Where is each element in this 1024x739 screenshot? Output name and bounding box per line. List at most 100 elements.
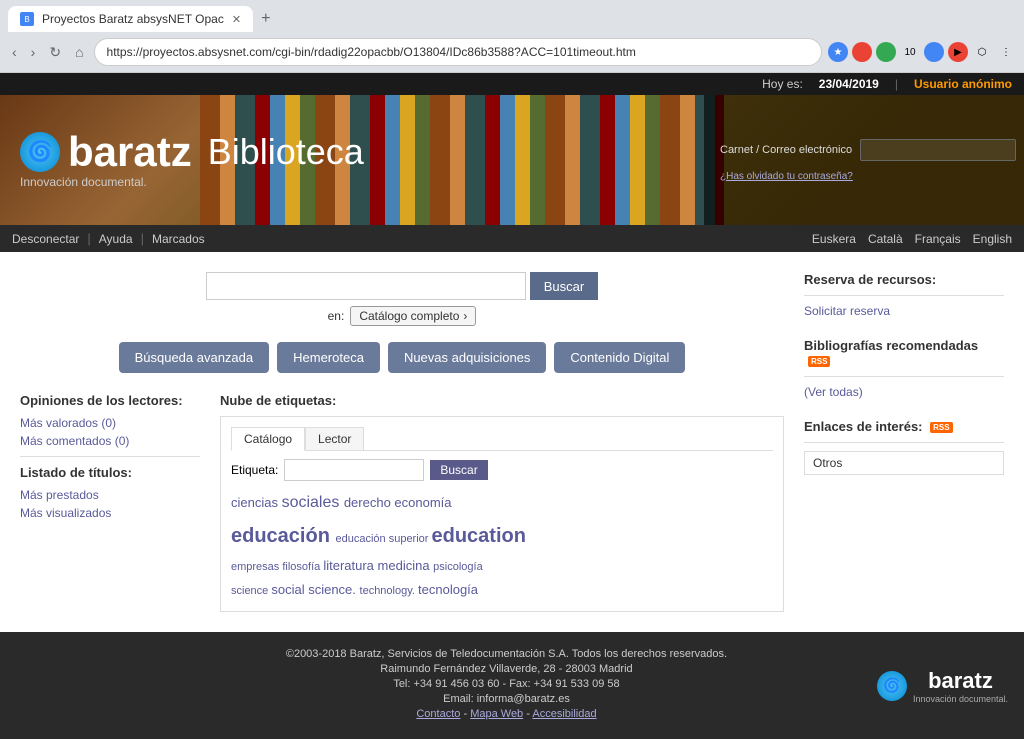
browser-chrome: B Proyectos Baratz absysNET Opac ✕ + ‹ ›… — [0, 0, 1024, 73]
tag-superior[interactable]: superior — [389, 533, 432, 545]
tag-social-science[interactable]: social science. — [271, 582, 359, 597]
nav-desconectar[interactable]: Desconectar — [12, 232, 79, 246]
footer-email: Email: informa@baratz.es — [136, 693, 877, 705]
extension-icon2[interactable]: 10 — [900, 42, 920, 62]
opinions-title: Opiniones de los lectores: — [20, 393, 200, 408]
forgot-password[interactable]: ¿Has olvidado tu contraseña? — [720, 167, 1008, 182]
address-input[interactable] — [94, 38, 822, 66]
lang-catala[interactable]: Català — [868, 232, 903, 246]
reserva-title: Reserva de recursos: — [804, 272, 1004, 287]
tag-literatura[interactable]: literatura — [323, 558, 377, 573]
tag-tecnologia[interactable]: tecnología — [418, 582, 478, 597]
bottom-sections: Opiniones de los lectores: Más valorados… — [20, 393, 784, 612]
busqueda-avanzada-button[interactable]: Búsqueda avanzada — [119, 342, 270, 373]
mas-visualizados-link[interactable]: Más visualizados — [20, 506, 200, 520]
tag-educacion-xs[interactable]: educación — [335, 533, 388, 545]
tag-search-button[interactable]: Buscar — [430, 460, 487, 480]
sidebar-reserva: Reserva de recursos: Solicitar reserva — [804, 272, 1004, 318]
tag-cloud-container: Catálogo Lector Etiqueta: Buscar ciencia… — [220, 416, 784, 612]
biblioteca-text: Biblioteca — [208, 134, 364, 170]
baratz-name-display: 🌀 baratz Biblioteca — [20, 131, 364, 173]
nav-marcados[interactable]: Marcados — [152, 232, 205, 246]
tag-ciencias[interactable]: ciencias — [231, 495, 282, 510]
back-button[interactable]: ‹ — [8, 42, 21, 62]
catalog-dropdown[interactable]: Catálogo completo › — [350, 306, 476, 326]
bookmark-icon[interactable]: ★ — [828, 42, 848, 62]
tag-search-row: Etiqueta: Buscar — [231, 459, 773, 481]
tag-empresas[interactable]: empresas — [231, 561, 282, 573]
login-carnet-row: Carnet / Correo electrónico Contraseña C… — [720, 139, 1008, 161]
browser-icons: ★ 10 ▶ ⬡ ⋮ — [828, 42, 1016, 62]
nav-left: Desconectar | Ayuda | Marcados — [12, 231, 205, 246]
footer-accesibilidad[interactable]: Accesibilidad — [532, 708, 596, 720]
nav-languages: Euskera Català Français English — [812, 232, 1012, 246]
tag-technology[interactable]: technology. — [360, 585, 419, 597]
footer-address: Raimundo Fernández Villaverde, 28 - 2800… — [136, 663, 877, 675]
lang-english[interactable]: English — [973, 232, 1012, 246]
etiqueta-label: Etiqueta: — [231, 463, 278, 477]
forgot-pwd-link[interactable]: ¿Has olvidado tu contraseña? — [720, 171, 853, 182]
tag-medicina[interactable]: medicina — [378, 558, 434, 573]
home-button[interactable]: ⌂ — [71, 42, 87, 62]
address-bar: ‹ › ↻ ⌂ ★ 10 ▶ ⬡ ⋮ — [0, 32, 1024, 72]
footer-copyright: ©2003-2018 Baratz, Servicios de Teledocu… — [136, 648, 877, 660]
bibliografias-title: Bibliografías recomendadas RSS — [804, 338, 1004, 368]
search-button[interactable]: Buscar — [530, 272, 598, 300]
search-input[interactable] — [206, 272, 526, 300]
tab-catalogo[interactable]: Catálogo — [231, 427, 305, 451]
extension-icon5[interactable]: ⬡ — [972, 42, 992, 62]
footer-baratz: 🌀 baratz Innovación documental. — [877, 668, 1008, 704]
mas-valorados-link[interactable]: Más valorados (0) — [20, 416, 200, 430]
tag-psicologia[interactable]: psicología — [433, 561, 483, 573]
tag-education[interactable]: education — [432, 525, 526, 547]
catalog-label: Catálogo completo — [359, 309, 459, 323]
tag-sociales[interactable]: sociales — [282, 494, 344, 511]
footer-contacto[interactable]: Contacto — [416, 708, 460, 720]
anon-user: Usuario anónimo — [914, 77, 1012, 91]
header-main: 🌀 baratz Biblioteca Innovación documenta… — [0, 95, 1024, 225]
tag-cloud-words: ciencias sociales derecho economía educa… — [231, 489, 773, 601]
reload-button[interactable]: ↻ — [45, 42, 65, 63]
etiqueta-input[interactable] — [284, 459, 424, 481]
extension-icon4[interactable]: ▶ — [948, 42, 968, 62]
tag-economia[interactable]: economía — [394, 495, 451, 510]
lang-francais[interactable]: Français — [915, 232, 961, 246]
extension-icon3[interactable] — [924, 42, 944, 62]
tag-filosofia[interactable]: filosofía — [282, 561, 323, 573]
chrome-icon[interactable] — [852, 42, 872, 62]
baratz-spiral-icon: 🌀 — [20, 132, 60, 172]
nuevas-adquisiciones-button[interactable]: Nuevas adquisiciones — [388, 342, 546, 373]
otros-box: Otros — [804, 451, 1004, 475]
solicitar-reserva-link[interactable]: Solicitar reserva — [804, 304, 1004, 318]
date-value: 23/04/2019 — [819, 77, 879, 91]
ver-todas-link[interactable]: (Ver todas) — [804, 385, 1004, 399]
menu-icon[interactable]: ⋮ — [996, 42, 1016, 62]
active-tab[interactable]: B Proyectos Baratz absysNET Opac ✕ — [8, 6, 253, 32]
hemeroteca-button[interactable]: Hemeroteca — [277, 342, 380, 373]
baratz-tagline: Innovación documental. — [20, 175, 147, 189]
footer-links: Contacto - Mapa Web - Accesibilidad — [136, 708, 877, 720]
tag-science[interactable]: science — [231, 585, 271, 597]
contenido-digital-button[interactable]: Contenido Digital — [554, 342, 685, 373]
sidebar-bibliografias: Bibliografías recomendadas RSS (Ver toda… — [804, 338, 1004, 399]
footer-text: ©2003-2018 Baratz, Servicios de Teledocu… — [136, 648, 877, 723]
tab-close-btn[interactable]: ✕ — [232, 13, 241, 26]
rss-icon: RSS — [808, 356, 830, 367]
tag-educacion-lg[interactable]: educación — [231, 525, 335, 547]
forward-button[interactable]: › — [27, 42, 40, 62]
carnet-input[interactable] — [860, 139, 1016, 161]
lang-euskera[interactable]: Euskera — [812, 232, 856, 246]
tag-derecho[interactable]: derecho — [344, 495, 395, 510]
nav-ayuda[interactable]: Ayuda — [99, 232, 133, 246]
new-tab-button[interactable]: + — [253, 6, 278, 32]
site-header: Hoy es: 23/04/2019 | Usuario anónimo 🌀 b… — [0, 73, 1024, 252]
opinions-divider — [20, 456, 200, 457]
enlaces-title: Enlaces de interés: RSS — [804, 419, 1004, 434]
mas-prestados-link[interactable]: Más prestados — [20, 488, 200, 502]
mas-comentados-link[interactable]: Más comentados (0) — [20, 434, 200, 448]
extension-icon1[interactable] — [876, 42, 896, 62]
titles-title: Listado de títulos: — [20, 465, 200, 480]
footer-mapa-web[interactable]: Mapa Web — [470, 708, 523, 720]
baratz-logo: 🌀 baratz Biblioteca Innovación documenta… — [20, 131, 364, 189]
tab-lector[interactable]: Lector — [305, 427, 364, 450]
